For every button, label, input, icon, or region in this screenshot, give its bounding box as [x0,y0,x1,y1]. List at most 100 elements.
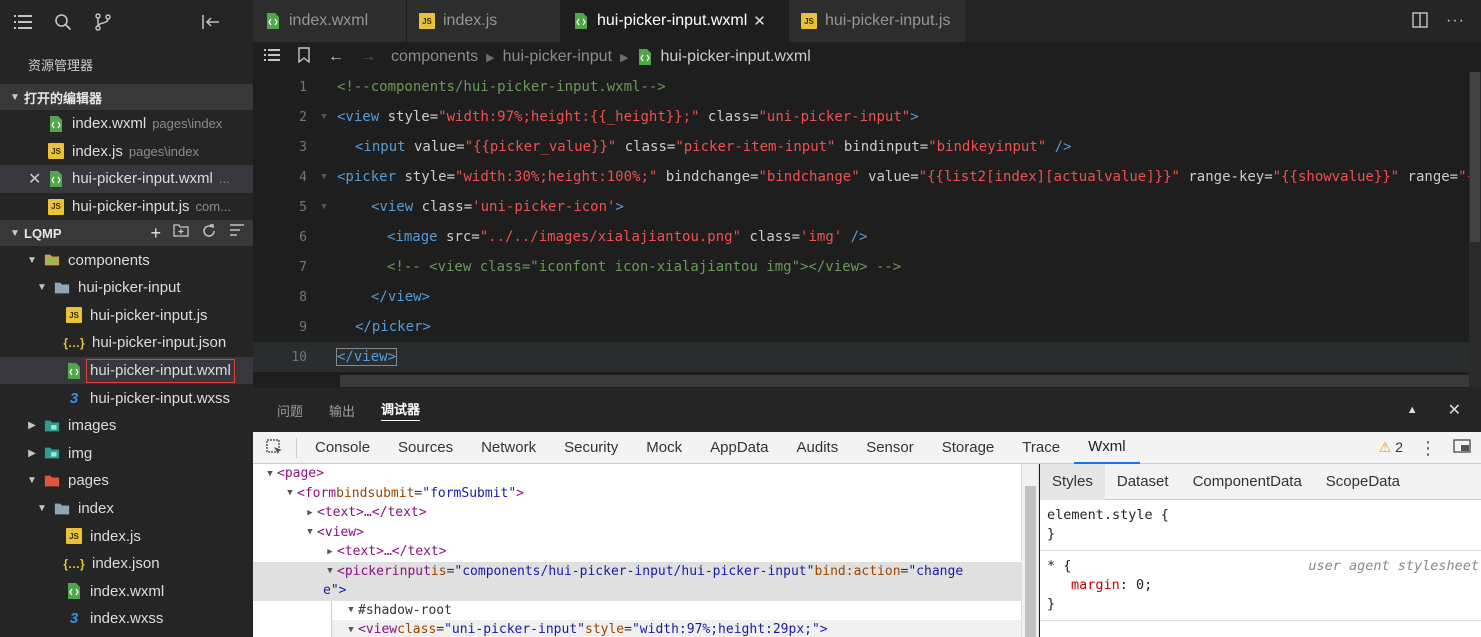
code-editor[interactable]: 1 <!--components/hui-picker-input.wxml--… [253,72,1469,388]
devtools-tab-sources[interactable]: Sources [384,432,467,464]
horizontal-scrollbar[interactable] [340,375,1481,387]
split-editor-icon[interactable] [1412,11,1428,31]
tree-file[interactable]: {…} index.json [0,550,253,578]
devtools-tab-trace[interactable]: Trace [1008,432,1074,464]
warning-badge[interactable]: ⚠ 2 [1379,439,1403,456]
devtools-tab-mock[interactable]: Mock [632,432,696,464]
fold-icon[interactable]: ▼ [311,112,337,122]
dom-node[interactable]: ▼ <view> [253,523,1021,543]
code-tag: <view [371,199,414,215]
tree-file[interactable]: {…} hui-picker-input.json [0,329,253,357]
code-string: 'uni-picker-icon' [472,199,616,215]
search-icon[interactable] [52,11,74,33]
dom-node-selected[interactable]: ▼ <pickerinput is = "components/hui-picker-… [253,561,1021,581]
wxml-dom-tree[interactable]: ▼ <page> ▼ <form bindsubmit = "formSubmit" > … [253,464,1021,637]
project-header[interactable]: ▼ LQMP + [0,220,253,247]
devtools-tab-storage[interactable]: Storage [928,432,1009,464]
breadcrumb-item-current[interactable]: hui-picker-input.wxml [661,48,811,66]
outline-icon[interactable] [263,48,281,67]
tree-folder-components[interactable]: ▼ components [0,246,253,274]
triangle-down-icon[interactable]: ▼ [323,566,337,576]
maximize-panel-icon[interactable]: ▲ [1407,404,1418,416]
tree-folder-images[interactable]: ▶ images [0,412,253,440]
open-editor-item-selected[interactable]: ✕ hui-picker-input.wxml ... [0,165,253,193]
triangle-down-icon[interactable]: ▼ [303,527,317,537]
devtools-tab-network[interactable]: Network [467,432,550,464]
devtools-tab-appdata[interactable]: AppData [696,432,782,464]
close-icon[interactable]: ✕ [28,169,48,189]
devtools-tab-audits[interactable]: Audits [783,432,853,464]
vertical-scrollbar[interactable] [1469,72,1481,388]
undock-icon[interactable] [1453,438,1471,457]
tree-folder-pages[interactable]: ▼ pages [0,467,253,495]
triangle-down-icon[interactable]: ▼ [283,488,297,498]
tree-folder-hui-picker-input[interactable]: ▼ hui-picker-input [0,274,253,302]
triangle-down-icon[interactable]: ▼ [344,605,358,615]
tree-file[interactable]: index.wxml [0,578,253,606]
close-panel-icon[interactable]: ✕ [1448,400,1461,420]
styles-tab-styles[interactable]: Styles [1040,464,1105,500]
tree-file-selected[interactable]: hui-picker-input.wxml [0,356,253,385]
triangle-right-icon[interactable]: ▶ [323,547,337,557]
devtools-tab-wxml[interactable]: Wxml [1074,432,1140,464]
more-icon[interactable]: ··· [1446,12,1465,30]
styles-tab-dataset[interactable]: Dataset [1105,464,1181,500]
collapse-sidebar-icon[interactable] [200,11,222,33]
tree-file[interactable]: JS index.js [0,522,253,550]
dom-node[interactable]: ▶ <text>…</text> [253,542,1021,562]
forward-arrow-icon[interactable]: → [359,48,377,66]
dom-node[interactable]: ▼ #shadow-root [331,600,1021,620]
dom-node-selected-wrap[interactable]: e"> [253,581,1021,601]
inspect-element-icon[interactable] [253,437,297,458]
style-value[interactable]: : 0; [1120,577,1153,593]
open-editor-item[interactable]: index.wxml pages\index [0,110,253,138]
tree-item-label: index.wxml [90,582,165,600]
open-editors-header[interactable]: ▼ 打开的编辑器 [0,84,253,110]
triangle-right-icon[interactable]: ▶ [303,508,317,518]
breadcrumb-item[interactable]: hui-picker-input [503,48,612,66]
dom-node[interactable]: ▼ <view class = "uni-picker-input" style = "w… [331,620,1021,637]
styles-tab-scopedata[interactable]: ScopeData [1314,464,1412,500]
fold-icon[interactable]: ▼ [311,202,337,212]
devtools-tab-security[interactable]: Security [550,432,632,464]
bookmark-icon[interactable] [295,46,313,68]
kebab-menu-icon[interactable]: ⋮ [1419,439,1437,457]
tree-file[interactable]: 3 hui-picker-input.wxss [0,384,253,412]
tree-folder-index[interactable]: ▼ index [0,495,253,523]
back-arrow-icon[interactable]: ← [327,48,345,66]
style-property[interactable]: margin [1071,577,1120,593]
new-folder-icon[interactable] [173,223,189,244]
fold-icon[interactable]: ▼ [311,172,337,182]
new-file-icon[interactable]: + [150,223,161,244]
tab-hui-picker-input-wxml[interactable]: hui-picker-input.wxml ✕ [561,0,789,42]
tree-file[interactable]: 3 index.wxss [0,605,253,633]
tab-problems[interactable]: 问题 [277,401,303,420]
open-editor-item[interactable]: JS hui-picker-input.js com... [0,193,253,221]
dom-scrollbar[interactable] [1021,464,1039,637]
refresh-icon[interactable] [201,223,217,244]
styles-tab-componentdata[interactable]: ComponentData [1181,464,1314,500]
code-attr: value= [405,139,465,155]
devtools-tab-console[interactable]: Console [301,432,384,464]
close-icon[interactable]: ✕ [753,12,766,30]
tree-file[interactable]: JS hui-picker-input.js [0,302,253,330]
open-editor-item[interactable]: JS index.js pages\index [0,138,253,166]
triangle-down-icon[interactable]: ▼ [344,625,358,635]
menu-icon[interactable] [12,11,34,33]
tab-hui-picker-input-js[interactable]: JS hui-picker-input.js [789,0,967,42]
tab-output[interactable]: 输出 [329,401,355,420]
tab-debugger[interactable]: 调试器 [381,399,421,421]
dom-node[interactable]: ▶ <text>…</text> [253,503,1021,523]
code-tag: > [615,199,624,215]
tab-index-js[interactable]: JS index.js [407,0,561,42]
source-control-icon[interactable] [92,11,114,33]
dom-node[interactable]: ▼ <page> [253,464,1021,484]
tree-folder-img[interactable]: ▶ img [0,440,253,468]
panel-tab-bar: 问题 输出 调试器 ▲ ✕ [253,388,1481,432]
collapse-all-icon[interactable] [229,223,245,244]
devtools-tab-sensor[interactable]: Sensor [852,432,928,464]
tab-index-wxml[interactable]: index.wxml [253,0,407,42]
breadcrumb-item[interactable]: components [391,48,478,66]
dom-node[interactable]: ▼ <form bindsubmit = "formSubmit" > [253,484,1021,504]
triangle-down-icon[interactable]: ▼ [263,469,277,479]
